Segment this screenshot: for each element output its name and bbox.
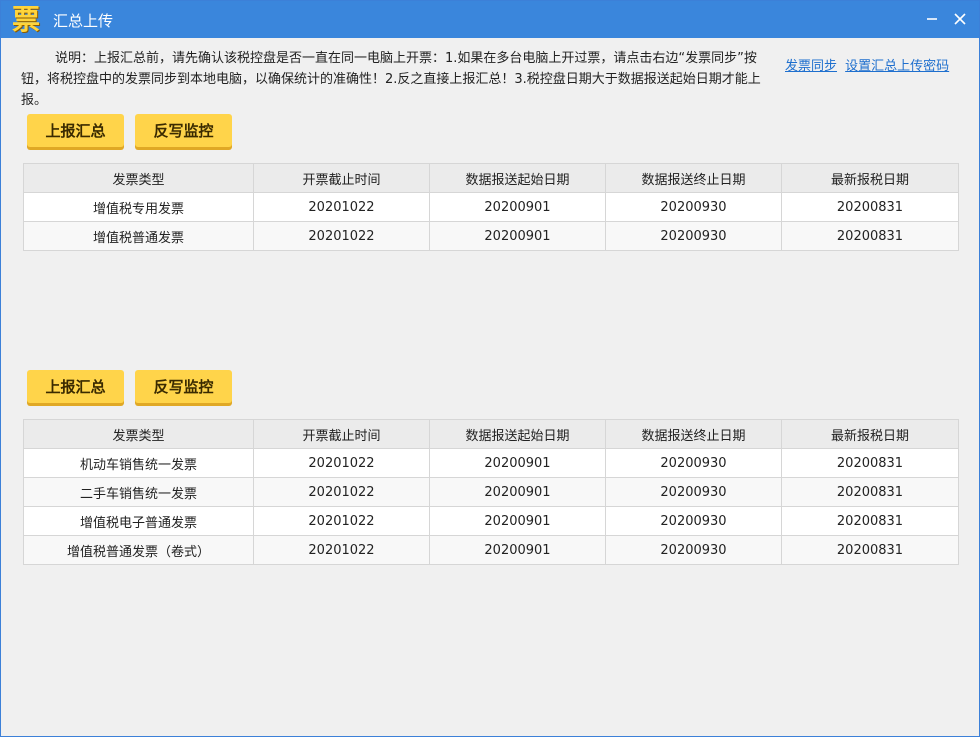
close-icon [953,12,967,26]
column-header: 发票类型 [23,163,254,193]
table-cell: 20200901 [429,192,606,222]
table-cell: 20200901 [429,477,606,507]
report-summary-button-2[interactable]: 上报汇总 [27,370,124,403]
invoice-table-2: 发票类型 开票截止时间 数据报送起始日期 数据报送终止日期 最新报税日期 机动车… [23,419,959,565]
table-cell: 20200901 [429,221,606,251]
table-cell: 20200831 [781,477,959,507]
writeback-monitor-button-1[interactable]: 反写监控 [135,114,232,147]
table-cell: 二手车销售统一发票 [23,477,254,507]
table-cell: 20200901 [429,448,606,478]
column-header: 发票类型 [23,419,254,449]
table-cell: 20200831 [781,221,959,251]
table-cell: 20200831 [781,192,959,222]
table-row[interactable]: 二手车销售统一发票 20201022 20200901 20200930 202… [23,477,959,507]
table-cell: 机动车销售统一发票 [23,448,254,478]
table-cell: 20201022 [253,477,430,507]
column-header: 开票截止时间 [253,419,430,449]
writeback-monitor-button-2[interactable]: 反写监控 [135,370,232,403]
minimize-icon [925,12,939,26]
set-upload-password-link[interactable]: 设置汇总上传密码 [845,59,949,74]
table-cell: 20200930 [605,192,782,222]
table-cell: 20201022 [253,221,430,251]
column-header: 数据报送起始日期 [429,419,606,449]
table-cell: 20200930 [605,506,782,536]
table-cell: 20200831 [781,535,959,565]
table-row[interactable]: 增值税普通发票 20201022 20200901 20200930 20200… [23,221,959,251]
table-cell: 20200930 [605,477,782,507]
table-cell: 20201022 [253,192,430,222]
column-header: 最新报税日期 [781,163,959,193]
title-bar[interactable]: 票 汇总上传 [1,1,979,38]
column-header: 数据报送终止日期 [605,419,782,449]
table-cell: 20200901 [429,506,606,536]
table-row[interactable]: 增值税专用发票 20201022 20200901 20200930 20200… [23,192,959,222]
table-row[interactable]: 增值税普通发票（卷式） 20201022 20200901 20200930 2… [23,535,959,565]
column-header: 开票截止时间 [253,163,430,193]
report-summary-button-1[interactable]: 上报汇总 [27,114,124,147]
column-header: 数据报送终止日期 [605,163,782,193]
table-cell: 20200930 [605,535,782,565]
table-cell: 增值税普通发票（卷式） [23,535,254,565]
invoice-sync-link[interactable]: 发票同步 [785,59,837,74]
instructions-text: 说明：上报汇总前，请先确认该税控盘是否一直在同一电脑上开票：1.如果在多台电脑上… [21,51,761,108]
table-cell: 增值税电子普通发票 [23,506,254,536]
window-title: 汇总上传 [53,12,114,30]
column-header: 数据报送起始日期 [429,163,606,193]
invoice-app-icon: 票 [11,3,40,36]
table-cell: 增值税专用发票 [23,192,254,222]
column-header: 最新报税日期 [781,419,959,449]
table-cell: 20201022 [253,506,430,536]
table-header-row: 发票类型 开票截止时间 数据报送起始日期 数据报送终止日期 最新报税日期 [23,163,959,193]
table-cell: 增值税普通发票 [23,221,254,251]
invoice-table-1: 发票类型 开票截止时间 数据报送起始日期 数据报送终止日期 最新报税日期 增值税… [23,163,959,251]
table-cell: 20200831 [781,506,959,536]
table-cell: 20200930 [605,221,782,251]
minimize-button[interactable] [919,7,945,31]
table-row[interactable]: 增值税电子普通发票 20201022 20200901 20200930 202… [23,506,959,536]
app-window: 票 汇总上传 说明：上报汇总前，请先确认该税控盘是否一直在同一电脑上开票：1.如… [0,0,980,737]
table-row[interactable]: 机动车销售统一发票 20201022 20200901 20200930 202… [23,448,959,478]
table-cell: 20200901 [429,535,606,565]
table-cell: 20200930 [605,448,782,478]
table-header-row: 发票类型 开票截止时间 数据报送起始日期 数据报送终止日期 最新报税日期 [23,419,959,449]
table-cell: 20200831 [781,448,959,478]
table-cell: 20201022 [253,448,430,478]
top-links: 发票同步 设置汇总上传密码 [785,55,953,74]
table-cell: 20201022 [253,535,430,565]
close-button[interactable] [947,7,973,31]
